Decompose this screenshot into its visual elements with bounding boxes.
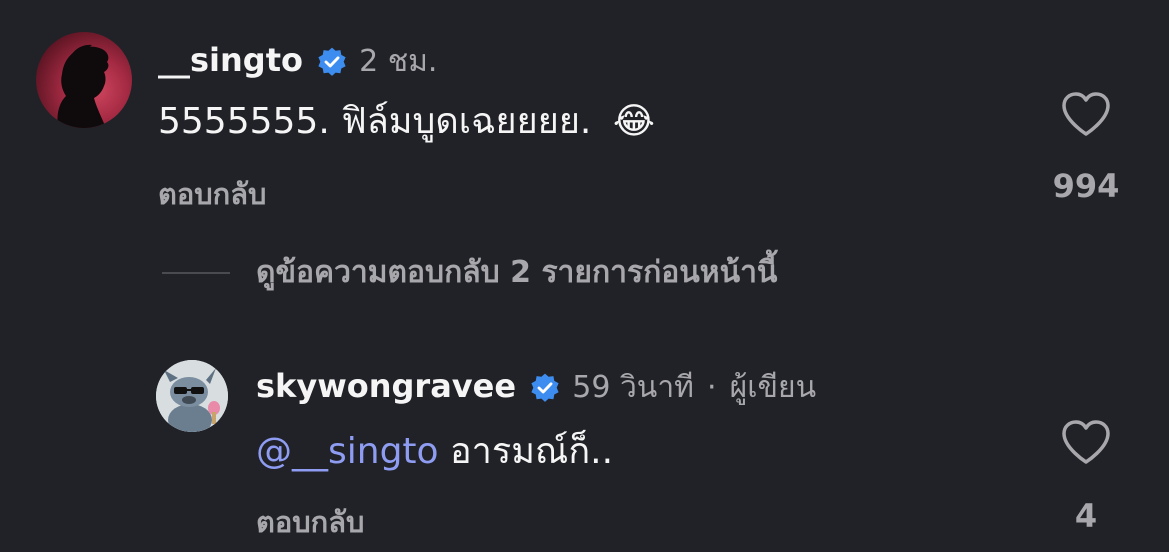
meta-separator: · (707, 370, 717, 405)
comment-text: 5555555. ฟิล์มบูดเฉยยยย. (158, 101, 592, 142)
reply-header: skywongravee 59 วินาที · ผู้เขียน (256, 370, 816, 408)
mention-link[interactable]: @__singto (256, 431, 439, 472)
reply-timestamp: 59 วินาที (572, 370, 694, 405)
verified-badge-icon (529, 372, 561, 408)
replies-divider (162, 272, 230, 274)
reply-heart-icon[interactable] (1060, 418, 1112, 470)
verified-badge-icon (316, 46, 348, 82)
reply-text: อารมณ์ก็.. (438, 431, 614, 472)
heart-icon[interactable] (1060, 90, 1112, 142)
avatar[interactable] (36, 32, 132, 128)
laughing-emoji-icon: 😂 (612, 101, 655, 142)
reply-button[interactable]: ตอบกลับ (158, 180, 266, 209)
reply-body: @__singto อารมณ์ก็.. (256, 434, 613, 470)
comment-username[interactable]: __singto (158, 41, 303, 79)
reply-username[interactable]: skywongravee (256, 367, 516, 405)
avatar-silhouette (57, 44, 109, 128)
author-badge: ผู้เขียน (729, 370, 817, 405)
comment-header: __singto 2 ชม. (158, 44, 437, 82)
like-count: 994 (1052, 167, 1120, 205)
comment-timestamp: 2 ชม. (359, 44, 438, 79)
reply-avatar[interactable] (156, 360, 228, 432)
avatar-character-icon (156, 360, 228, 432)
comment-body: 5555555. ฟิล์มบูดเฉยยยย. 😂 (158, 104, 655, 140)
reply-to-reply-button[interactable]: ตอบกลับ (256, 508, 364, 537)
reply-like-count: 4 (1074, 497, 1098, 535)
view-previous-replies-button[interactable]: ดูข้อความตอบกลับ 2 รายการก่อนหน้านี้ (256, 258, 777, 288)
